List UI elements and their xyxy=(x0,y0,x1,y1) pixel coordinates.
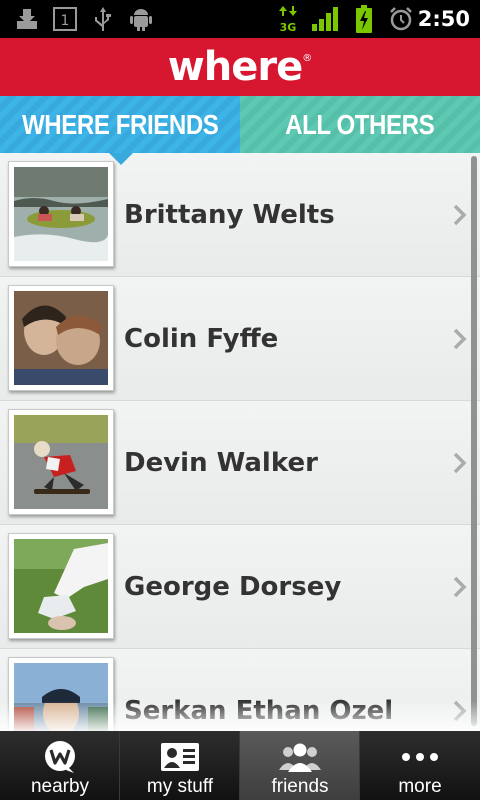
list-item[interactable]: Colin Fyffe xyxy=(0,277,480,401)
download-icon xyxy=(14,6,40,32)
chevron-right-icon xyxy=(453,452,467,474)
list-item[interactable]: Devin Walker xyxy=(0,401,480,525)
friend-name: Devin Walker xyxy=(124,448,318,478)
avatar xyxy=(8,285,114,391)
photo-tubing-icon xyxy=(14,167,108,261)
nav-friends[interactable]: friends xyxy=(240,731,360,800)
logo-registered-mark: ® xyxy=(302,53,313,64)
where-logo: where ® xyxy=(168,47,312,87)
nav-label: my stuff xyxy=(146,776,214,797)
tab-where-friends[interactable]: WHERE FRIENDS xyxy=(0,96,240,165)
profile-card-icon xyxy=(120,737,240,777)
alarm-icon xyxy=(388,6,414,32)
android-debug-icon xyxy=(128,6,154,32)
more-dots-icon xyxy=(360,737,480,777)
friend-name: Serkan Ethan Ozel xyxy=(124,696,394,726)
friend-name: Brittany Welts xyxy=(124,200,335,230)
svg-text:1: 1 xyxy=(61,13,70,29)
friends-tabs: WHERE FRIENDS ALL OTHERS xyxy=(0,96,480,165)
where-logo-icon xyxy=(0,737,120,777)
photo-two-people-icon xyxy=(14,291,108,385)
tab-label: ALL OTHERS xyxy=(285,108,435,140)
logo-text: where xyxy=(167,44,303,90)
list-item[interactable]: George Dorsey xyxy=(0,525,480,649)
chevron-right-icon xyxy=(453,700,467,722)
chevron-right-icon xyxy=(453,328,467,350)
usb-icon xyxy=(90,6,116,32)
avatar xyxy=(8,657,114,731)
photo-grass-icon xyxy=(14,539,108,633)
nav-my-stuff[interactable]: my stuff xyxy=(120,731,240,800)
signal-icon xyxy=(310,6,340,32)
status-bar: 1 3G 2:50 xyxy=(0,0,480,38)
chevron-right-icon xyxy=(453,576,467,598)
avatar xyxy=(8,533,114,639)
friend-name: Colin Fyffe xyxy=(124,324,279,354)
battery-charging-icon xyxy=(352,5,376,33)
tab-all-others[interactable]: ALL OTHERS xyxy=(240,96,480,153)
tab-label: WHERE FRIENDS xyxy=(21,108,219,140)
list-item[interactable]: Brittany Welts xyxy=(0,153,480,277)
list-scrollbar[interactable] xyxy=(471,156,477,726)
selected-tab-pointer xyxy=(109,153,133,165)
svg-text:3G: 3G xyxy=(280,21,297,33)
friends-icon xyxy=(240,737,360,777)
friend-name: George Dorsey xyxy=(124,572,342,602)
notification-icon: 1 xyxy=(52,6,78,32)
chevron-right-icon xyxy=(453,204,467,226)
app-header: where ® xyxy=(0,38,480,96)
nav-label: friends xyxy=(271,776,329,797)
clock-time: 2:50 xyxy=(417,7,470,31)
nav-label: nearby xyxy=(30,776,90,797)
photo-portrait-icon xyxy=(14,663,108,731)
bottom-nav: nearby my stuff friends more xyxy=(0,731,480,800)
avatar xyxy=(8,161,114,267)
nav-nearby[interactable]: nearby xyxy=(0,731,120,800)
photo-skateboarder-icon xyxy=(14,415,108,509)
avatar xyxy=(8,409,114,515)
nav-label: more xyxy=(398,776,442,797)
nav-more[interactable]: more xyxy=(360,731,480,800)
list-item[interactable]: Serkan Ethan Ozel xyxy=(0,649,480,731)
friend-list[interactable]: Brittany Welts Colin Fyffe Devin Walker xyxy=(0,153,480,731)
network-3g-icon: 3G xyxy=(276,6,300,33)
